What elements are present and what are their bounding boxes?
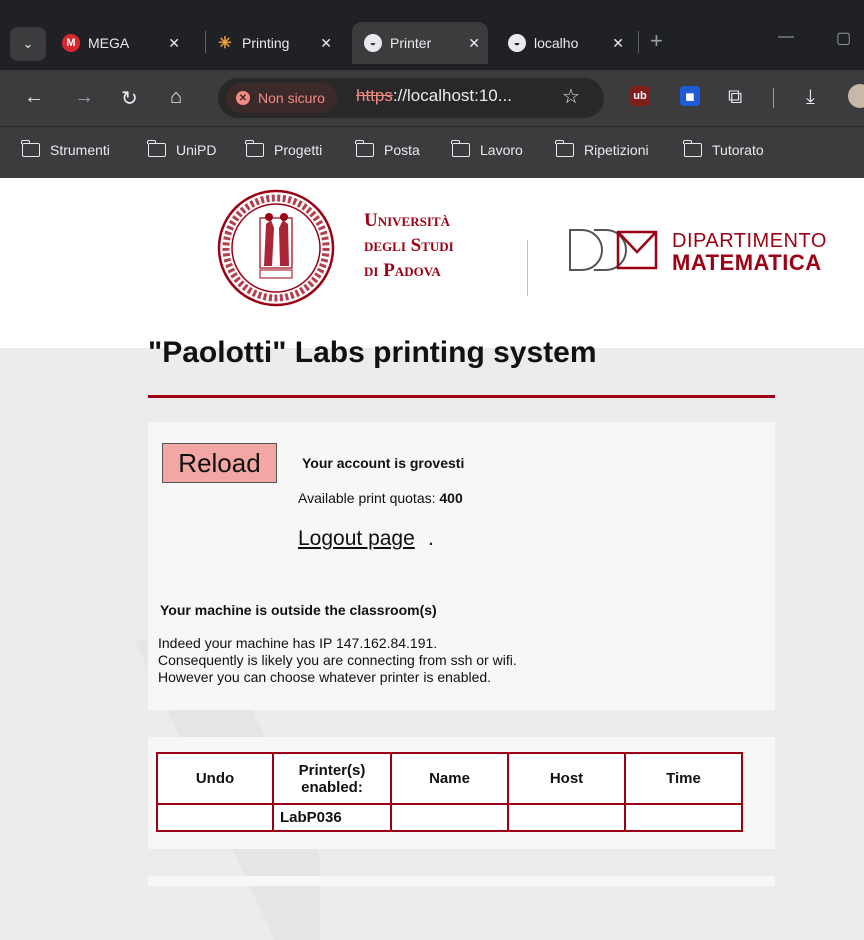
close-tab-icon[interactable]: ✕ (320, 35, 332, 52)
printing-icon: ✳ (218, 35, 232, 52)
folder-icon (245, 140, 264, 157)
quota-value: 400 (439, 490, 463, 506)
title-divider (148, 395, 775, 398)
tab-mega[interactable]: M MEGA ✕ (62, 22, 188, 64)
toolbar-separator (773, 88, 774, 108)
folder-icon (683, 140, 702, 157)
department-logo (569, 229, 658, 271)
close-tab-icon[interactable]: ✕ (468, 35, 480, 52)
close-tab-icon[interactable]: ✕ (168, 35, 180, 52)
chevron-down-icon: ⌄ (22, 36, 34, 51)
bookmark-lavoro[interactable]: Lavoro (451, 140, 523, 158)
globe-icon: ◒ (364, 34, 382, 52)
tab-separator (205, 31, 206, 53)
printer-cell: LabP036 (272, 803, 392, 832)
folder-icon (555, 140, 574, 157)
table-header-row: Undo Printer(s) enabled: Name Host Time (156, 752, 743, 805)
security-chip[interactable]: ✕ Non sicuro (226, 83, 337, 113)
folder-icon (147, 140, 166, 157)
bookmark-tutorato[interactable]: Tutorato (683, 140, 764, 158)
bookmark-unipd[interactable]: UniPD (147, 140, 216, 158)
folder-icon (21, 140, 40, 157)
account-text: Your account is grovesti (302, 455, 465, 471)
host-cell (507, 803, 626, 832)
next-card (148, 876, 775, 886)
folder-icon (355, 140, 374, 157)
back-icon[interactable]: ← (24, 86, 44, 109)
tab-search-button[interactable]: ⌄ (10, 27, 46, 61)
minimize-icon[interactable]: — (778, 28, 794, 46)
table-row: LabP036 (156, 803, 743, 832)
mega-icon: M (62, 34, 80, 52)
tab-localhost[interactable]: ◒ localho ✕ (508, 22, 632, 64)
extensions-icon[interactable]: ⧉ (728, 86, 742, 109)
bitwarden-icon[interactable]: ◼ (680, 86, 700, 106)
column-printers-enabled: Printer(s) enabled: (272, 752, 392, 805)
column-name: Name (390, 752, 509, 805)
download-icon[interactable]: ⤓ (806, 86, 815, 109)
bookmark-star-icon[interactable]: ☆ (562, 84, 580, 109)
home-icon[interactable]: ⌂ (170, 86, 182, 109)
forward-icon[interactable]: → (74, 86, 94, 109)
new-tab-icon[interactable]: + (650, 28, 663, 54)
quota-text: Available print quotas: 400 (298, 490, 463, 506)
page-title: "Paolotti" Labs printing system (148, 336, 597, 369)
printers-table: Undo Printer(s) enabled: Name Host Time … (156, 752, 743, 832)
university-name: Università degli Studi di Padova (364, 210, 454, 281)
bookmark-posta[interactable]: Posta (355, 140, 420, 158)
tab-printer[interactable]: ◒ Printer ✕ (352, 22, 488, 64)
column-undo: Undo (156, 752, 274, 805)
logout-suffix: . (428, 527, 434, 550)
header-divider (527, 240, 528, 296)
close-tab-icon[interactable]: ✕ (612, 35, 624, 52)
globe-icon: ◒ (508, 34, 526, 52)
reload-button[interactable]: Reload (162, 443, 277, 483)
folder-icon (451, 140, 470, 157)
column-time: Time (624, 752, 743, 805)
warning-icon: ✕ (236, 91, 250, 105)
name-cell (390, 803, 509, 832)
bookmark-strumenti[interactable]: Strumenti (21, 140, 110, 158)
bookmark-ripetizioni[interactable]: Ripetizioni (555, 140, 649, 158)
university-seal-logo (217, 189, 335, 307)
tab-separator (638, 31, 639, 53)
logout-link[interactable]: Logout page (298, 527, 415, 551)
url-text[interactable]: https://localhost:10... (356, 86, 512, 106)
bookmark-progetti[interactable]: Progetti (245, 140, 322, 158)
ip-info: Indeed your machine has IP 147.162.84.19… (158, 635, 517, 685)
reload-icon[interactable]: ↻ (121, 86, 138, 111)
tab-printing[interactable]: ✳ Printing ✕ (216, 22, 340, 64)
column-host: Host (507, 752, 626, 805)
ublock-icon[interactable]: ub (630, 86, 650, 106)
outside-heading: Your machine is outside the classroom(s) (160, 602, 437, 618)
department-name: DIPARTIMENTO MATEMATICA (672, 230, 827, 275)
undo-cell[interactable] (156, 803, 274, 832)
maximize-icon[interactable]: ▢ (836, 28, 851, 48)
time-cell (624, 803, 743, 832)
